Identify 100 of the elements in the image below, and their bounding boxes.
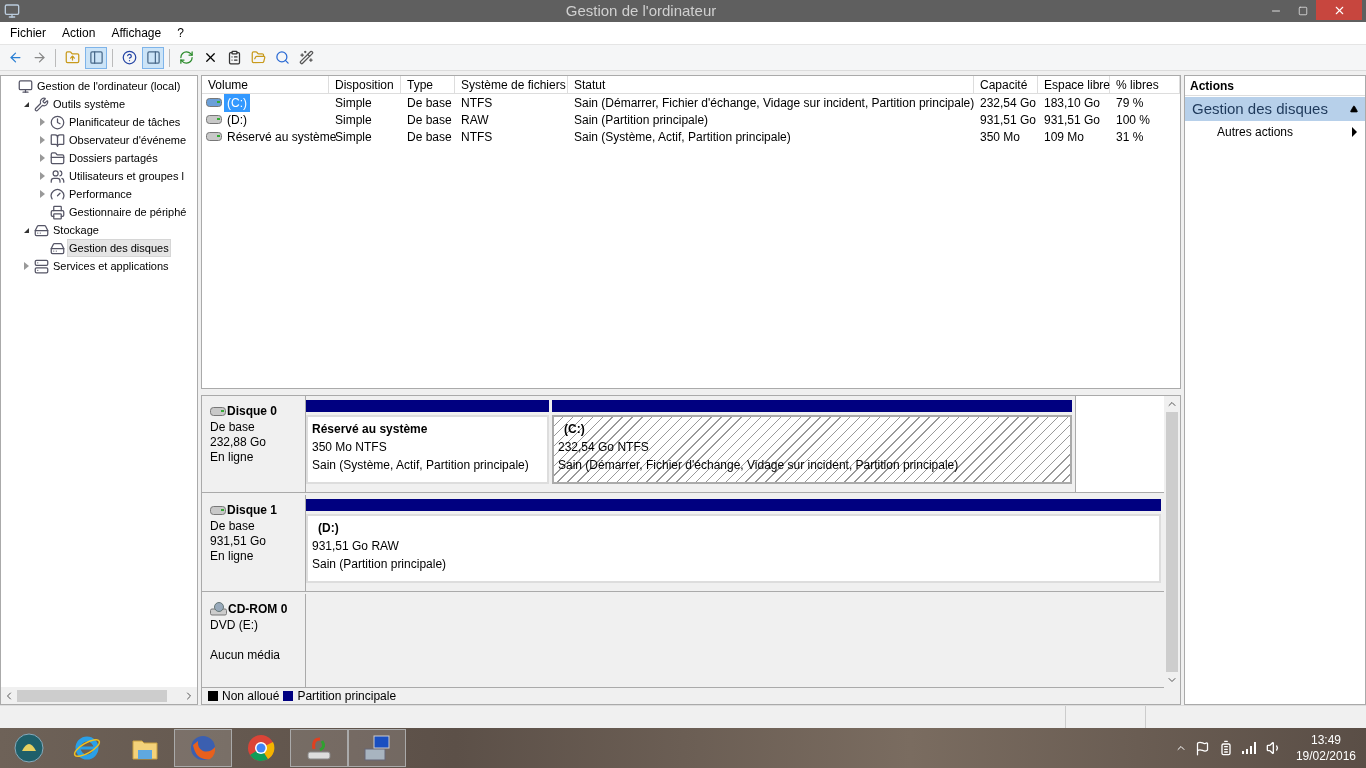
partition[interactable]: Réservé au système 350 Mo NTFS Sain (Système, Actif, Partition principale) bbox=[306, 415, 549, 484]
legend-label: Non alloué bbox=[222, 688, 280, 705]
shared-folder-icon bbox=[50, 150, 65, 166]
actions-header: Actions bbox=[1185, 76, 1365, 96]
tree-item[interactable]: Gestionnaire de périphé bbox=[67, 202, 189, 222]
properties-icon bbox=[226, 50, 242, 65]
panel-left-icon bbox=[88, 50, 104, 65]
disk-detail: En ligne bbox=[210, 450, 255, 465]
action-link[interactable]: Autres actions bbox=[1185, 121, 1365, 143]
taskbar-app[interactable] bbox=[290, 729, 348, 767]
tree-item[interactable]: Outils système bbox=[51, 94, 128, 114]
wheel-browser-icon[interactable] bbox=[246, 733, 276, 763]
drive-letter[interactable]: (D:) bbox=[224, 110, 250, 129]
menu-item[interactable]: Fichier bbox=[2, 24, 54, 42]
table-cell-text: Sain (Partition principale) bbox=[573, 111, 710, 129]
column-header[interactable]: % libres bbox=[1110, 76, 1180, 93]
submenu-arrow-icon bbox=[1352, 127, 1357, 137]
collapse-arrow-icon[interactable] bbox=[23, 101, 29, 107]
disk-detail: Aucun média bbox=[210, 648, 282, 663]
tools-icon bbox=[34, 96, 49, 112]
window-title: Gestion de l'ordinateur bbox=[564, 0, 718, 21]
partition-size: 350 Mo NTFS bbox=[312, 439, 388, 456]
column-header[interactable]: Type bbox=[401, 76, 455, 93]
disk-detail: De base bbox=[210, 519, 256, 534]
partition[interactable]: (C:) 232,54 Go NTFS Sain (Démarrer, Fichier d'échange, Vidage sur incident, Partition principale) bbox=[552, 415, 1072, 484]
column-header[interactable]: Statut bbox=[568, 76, 974, 93]
cd-drive-icon bbox=[210, 602, 227, 616]
expand-arrow-icon[interactable] bbox=[39, 190, 45, 198]
gauge-icon bbox=[50, 186, 65, 202]
drive-icon bbox=[206, 98, 222, 107]
disk-detail: 931,51 Go bbox=[210, 534, 268, 549]
drive-icon bbox=[210, 406, 226, 416]
expand-arrow-icon[interactable] bbox=[39, 136, 45, 144]
disk-title: Disque 1 bbox=[227, 502, 277, 519]
partition-name: (D:) bbox=[317, 520, 340, 537]
close-button[interactable] bbox=[1316, 0, 1362, 20]
partition-name: Réservé au système bbox=[312, 421, 429, 438]
storage-icon bbox=[34, 222, 49, 238]
tree-item[interactable]: Utilisateurs et groupes l bbox=[67, 166, 186, 186]
collapse-arrow-icon[interactable] bbox=[23, 227, 29, 233]
drive-icon bbox=[210, 505, 226, 515]
expand-arrow-icon[interactable] bbox=[23, 262, 29, 270]
tree-item[interactable]: Dossiers partagés bbox=[67, 148, 160, 168]
scrollbar[interactable] bbox=[1164, 396, 1180, 688]
expand-arrow-icon[interactable] bbox=[39, 154, 45, 162]
refresh-icon bbox=[178, 50, 194, 65]
tree-item[interactable]: Gestion des disques bbox=[67, 238, 171, 258]
taskbar-app[interactable] bbox=[348, 729, 406, 767]
disk-title: Disque 0 bbox=[227, 403, 277, 420]
drive-icon bbox=[206, 132, 222, 141]
tree-item[interactable]: Gestion de l'ordinateur (local) bbox=[35, 76, 183, 96]
column-header[interactable]: Capacité bbox=[974, 76, 1038, 93]
computer-toolbox-icon[interactable] bbox=[362, 733, 392, 763]
partition-status: Sain (Système, Actif, Partition principale) bbox=[312, 457, 530, 474]
partition-status: Sain (Partition principale) bbox=[312, 556, 448, 573]
table-cell-text: Sain (Démarrer, Fichier d'échange, Vidage sur incident, Partition principale) bbox=[573, 94, 974, 112]
table-cell-text: 931,51 Go bbox=[1043, 111, 1102, 129]
tree-item[interactable]: Planificateur de tâches bbox=[67, 112, 183, 132]
tree-item[interactable]: Observateur d'événeme bbox=[67, 130, 189, 150]
clock-icon bbox=[50, 114, 65, 130]
column-header[interactable]: Disposition bbox=[329, 76, 401, 93]
table-cell-text: Sain (Système, Actif, Partition principale) bbox=[573, 128, 792, 146]
menu-item[interactable]: Affichage bbox=[103, 24, 170, 42]
table-cell-text: 232,54 Go bbox=[979, 94, 1038, 112]
expand-arrow-icon[interactable] bbox=[39, 118, 45, 126]
table-cell-text: NTFS bbox=[460, 128, 494, 146]
forward-arrow-icon bbox=[31, 50, 47, 65]
horizontal-scrollbar[interactable] bbox=[1, 687, 197, 704]
table-cell-text: NTFS bbox=[460, 94, 494, 112]
table-cell-text: 931,51 Go bbox=[979, 111, 1038, 129]
menu-item[interactable]: Action bbox=[54, 24, 104, 42]
table-cell-text: Simple bbox=[334, 111, 373, 129]
disk-detail: 232,88 Go bbox=[210, 435, 268, 450]
table-cell-text: De base bbox=[406, 94, 453, 112]
column-header[interactable]: Espace libre bbox=[1038, 76, 1110, 93]
column-header[interactable]: Volume bbox=[202, 76, 329, 93]
device-icon bbox=[50, 204, 65, 220]
flag-icon[interactable] bbox=[1194, 740, 1210, 756]
column-header[interactable]: Système de fichiers bbox=[455, 76, 568, 93]
collapse-icon[interactable] bbox=[1350, 105, 1358, 113]
menu-item[interactable]: ? bbox=[169, 24, 192, 42]
disk-detail: En ligne bbox=[210, 549, 255, 564]
taskbar-app[interactable] bbox=[174, 729, 232, 767]
table-cell-text: Simple bbox=[334, 94, 373, 112]
legend-label: Partition principale bbox=[297, 688, 397, 705]
disk-title: CD-ROM 0 bbox=[228, 601, 288, 618]
partition[interactable]: (D:) 931,51 Go RAW Sain (Partition principale) bbox=[306, 514, 1161, 583]
tree-item[interactable]: Stockage bbox=[51, 220, 101, 240]
expand-arrow-icon[interactable] bbox=[39, 172, 45, 180]
server-icon bbox=[34, 258, 49, 274]
wizard-icon bbox=[298, 50, 314, 65]
users-icon bbox=[50, 168, 65, 184]
help-icon bbox=[121, 50, 137, 65]
partition-size: 931,51 Go RAW bbox=[312, 538, 400, 555]
section-header[interactable]: Gestion des disques bbox=[1185, 97, 1365, 121]
tree-item[interactable]: Services et applications bbox=[51, 256, 171, 276]
tree-item[interactable]: Performance bbox=[67, 184, 134, 204]
table-cell-text: De base bbox=[406, 111, 453, 129]
signal-icon[interactable] bbox=[1241, 742, 1258, 754]
clock[interactable]: 13:49 19/02/2016 bbox=[1295, 732, 1356, 764]
